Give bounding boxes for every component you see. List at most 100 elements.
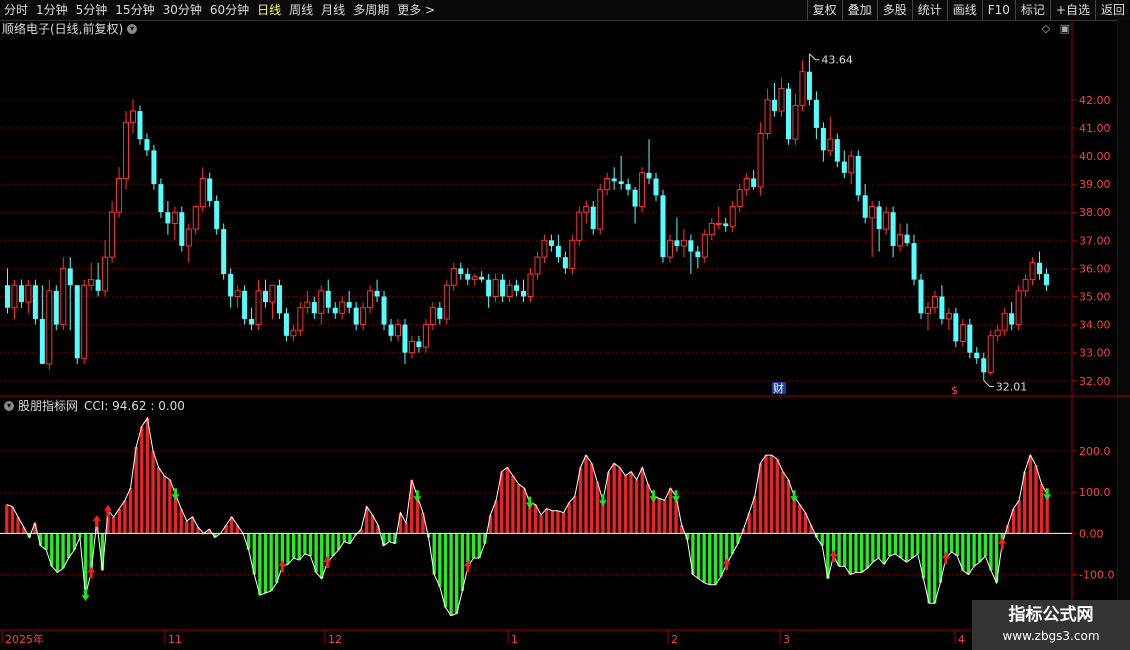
candle-body <box>945 312 952 320</box>
cci-bar <box>151 451 155 534</box>
date-label: 11 <box>168 633 182 646</box>
candle-body <box>792 104 799 140</box>
cci-bar <box>843 533 847 567</box>
cci-bar <box>618 467 622 534</box>
candle-body <box>353 307 359 325</box>
chart-canvas[interactable]: 42.0041.0040.0039.0038.0037.0036.0035.00… <box>0 0 1130 650</box>
candle-body <box>841 161 847 173</box>
cci-bar <box>972 533 976 567</box>
cci-bar <box>646 483 650 534</box>
cci-bar <box>140 426 144 534</box>
candle-body <box>158 184 164 213</box>
cci-bar <box>949 533 954 552</box>
cci-bar <box>753 496 757 534</box>
cci-bar <box>156 467 161 534</box>
cci-bar <box>634 479 639 534</box>
buy-arrow-icon <box>92 515 101 527</box>
candle-body <box>165 212 171 224</box>
price-tick-label: 38.00 <box>1079 206 1111 219</box>
candle-body <box>123 121 130 179</box>
candle-body <box>555 245 561 258</box>
candle-body <box>924 307 931 314</box>
cci-bar <box>989 533 993 571</box>
cci-bar <box>561 512 566 534</box>
cci-bar <box>303 533 307 554</box>
candle-body <box>674 240 680 246</box>
candle-body <box>918 279 924 314</box>
candle-body <box>339 301 346 314</box>
candle-body <box>855 156 861 196</box>
cci-bar <box>629 471 633 534</box>
candle-body <box>402 324 408 353</box>
candle-body <box>394 324 402 337</box>
cci-bar <box>1017 500 1021 534</box>
candle-body <box>95 279 101 291</box>
candle-body <box>639 172 646 208</box>
watermark: 指标公式网 www.zbgs3.com <box>972 600 1130 650</box>
candle-body <box>708 222 715 236</box>
candle-body <box>534 256 541 275</box>
dollar-mark: $ <box>951 384 958 397</box>
candle-body <box>318 290 325 314</box>
cci-bar <box>128 488 133 534</box>
candle-body <box>834 139 840 162</box>
candle-body <box>548 240 554 246</box>
candle-body <box>429 307 436 326</box>
price-tick-label: 34.00 <box>1079 319 1111 332</box>
candle-body <box>897 234 904 247</box>
buy-arrow-icon <box>278 560 287 573</box>
cci-bar <box>663 500 667 534</box>
cci-bar <box>606 471 611 534</box>
cci-bar <box>910 533 914 559</box>
candle-body <box>500 279 506 297</box>
cai-badge: 财 <box>773 381 784 395</box>
candle-body <box>151 150 157 185</box>
candle-body <box>813 99 819 128</box>
cci-bar <box>500 471 504 534</box>
cci-bar <box>404 523 408 534</box>
cci-bar <box>933 533 937 604</box>
candle-body <box>848 155 855 174</box>
cci-bar <box>668 488 673 534</box>
cci-bar <box>798 504 802 534</box>
cci-bar <box>44 533 48 550</box>
cci-bar <box>460 533 465 591</box>
cci-bar <box>876 533 881 559</box>
candle-body <box>736 189 743 208</box>
cci-bar <box>516 483 521 534</box>
candle-body <box>953 313 959 342</box>
watermark-url: www.zbgs3.com <box>1002 629 1100 643</box>
candle-body <box>583 206 590 213</box>
low-pointer <box>983 380 994 387</box>
candle-body <box>764 99 771 135</box>
candle-body <box>46 290 53 365</box>
sell-arrow-icon <box>171 488 180 501</box>
date-label: 1 <box>511 633 518 646</box>
price-tick-label: 41.00 <box>1079 122 1111 135</box>
cci-bar <box>488 514 493 534</box>
cci-bar <box>888 533 892 556</box>
candle-body <box>207 178 213 201</box>
candle-body <box>144 139 150 151</box>
candle-body <box>32 285 38 319</box>
candle-body <box>60 267 67 326</box>
cci-bar <box>865 533 869 569</box>
cci-bar <box>297 533 301 561</box>
candle-body <box>179 212 185 246</box>
candle-body <box>604 177 611 191</box>
candle-body <box>723 223 729 227</box>
candle-body <box>443 284 450 320</box>
cci-bar <box>162 475 166 534</box>
candle-body <box>576 211 583 241</box>
cci-bar <box>573 496 577 534</box>
low-label: 32.01 <box>996 380 1028 393</box>
candle-body <box>283 313 289 336</box>
cci-bar <box>550 510 554 534</box>
candle-body <box>1044 274 1050 286</box>
cci-bar <box>871 533 875 563</box>
candle-body <box>625 184 631 190</box>
candle-body <box>876 206 882 230</box>
cci-bar <box>584 455 588 534</box>
candle-body <box>242 290 248 319</box>
cci-bar <box>185 521 189 534</box>
